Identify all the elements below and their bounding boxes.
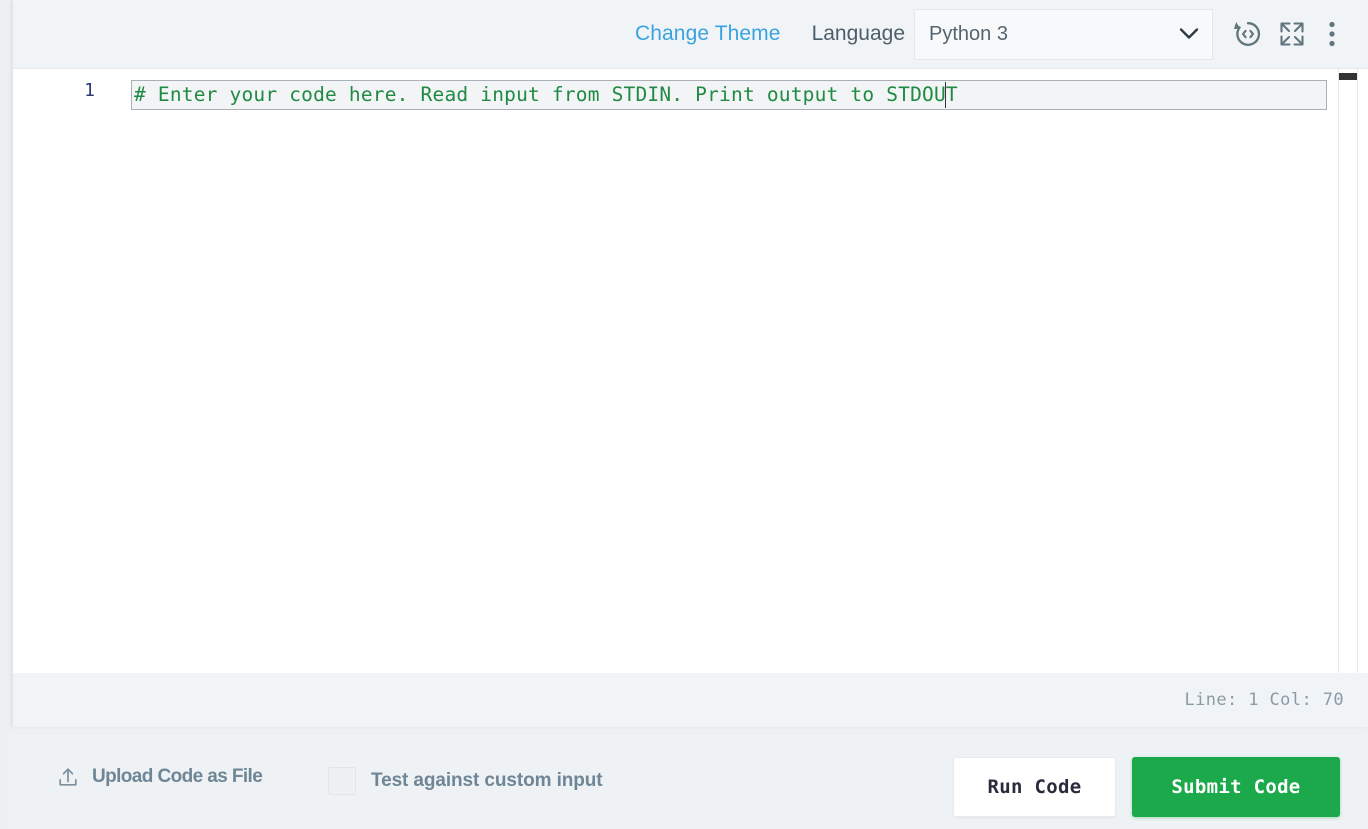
run-code-button[interactable]: Run Code xyxy=(953,757,1116,817)
language-select[interactable]: Python 3 xyxy=(914,8,1213,60)
code-line-text: # Enter your code here. Read input from … xyxy=(134,83,958,106)
active-code-line[interactable]: # Enter your code here. Read input from … xyxy=(131,80,1327,110)
line-number: 1 xyxy=(84,80,95,101)
language-label: Language xyxy=(811,22,905,45)
change-theme-link[interactable]: Change Theme xyxy=(635,22,781,46)
code-editor-panel: Change Theme Language Python 3 1 # Enter… xyxy=(13,0,1368,727)
upload-code-as-file-button[interactable]: Upload Code as File xyxy=(57,766,263,788)
custom-input-label[interactable]: Test against custom input xyxy=(371,770,603,792)
line-number-gutter: 1 xyxy=(13,69,113,673)
code-editor-textarea[interactable]: 1 # Enter your code here. Read input fro… xyxy=(13,69,1368,673)
custom-input-checkbox[interactable] xyxy=(328,767,356,795)
code-vertical-scrollbar[interactable] xyxy=(1338,69,1358,673)
submit-code-button[interactable]: Submit Code xyxy=(1132,757,1340,817)
cursor-position-status: Line: 1 Col: 70 xyxy=(1184,690,1344,710)
restore-code-icon[interactable] xyxy=(1231,17,1265,51)
editor-toolbar: Change Theme Language Python 3 xyxy=(13,0,1368,69)
code-editor-screen: Change Theme Language Python 3 1 # Enter… xyxy=(0,0,1368,829)
more-options-icon[interactable] xyxy=(1321,17,1343,51)
upload-code-label: Upload Code as File xyxy=(92,766,263,787)
language-select-wrapper: Python 3 xyxy=(914,8,1213,60)
text-caret xyxy=(945,82,946,108)
upload-icon xyxy=(57,766,79,788)
fullscreen-expand-icon[interactable] xyxy=(1275,17,1309,51)
editor-status-bar: Line: 1 Col: 70 xyxy=(13,673,1368,727)
custom-input-toggle[interactable]: Test against custom input xyxy=(324,764,603,798)
code-scrollbar-thumb[interactable] xyxy=(1339,73,1357,80)
